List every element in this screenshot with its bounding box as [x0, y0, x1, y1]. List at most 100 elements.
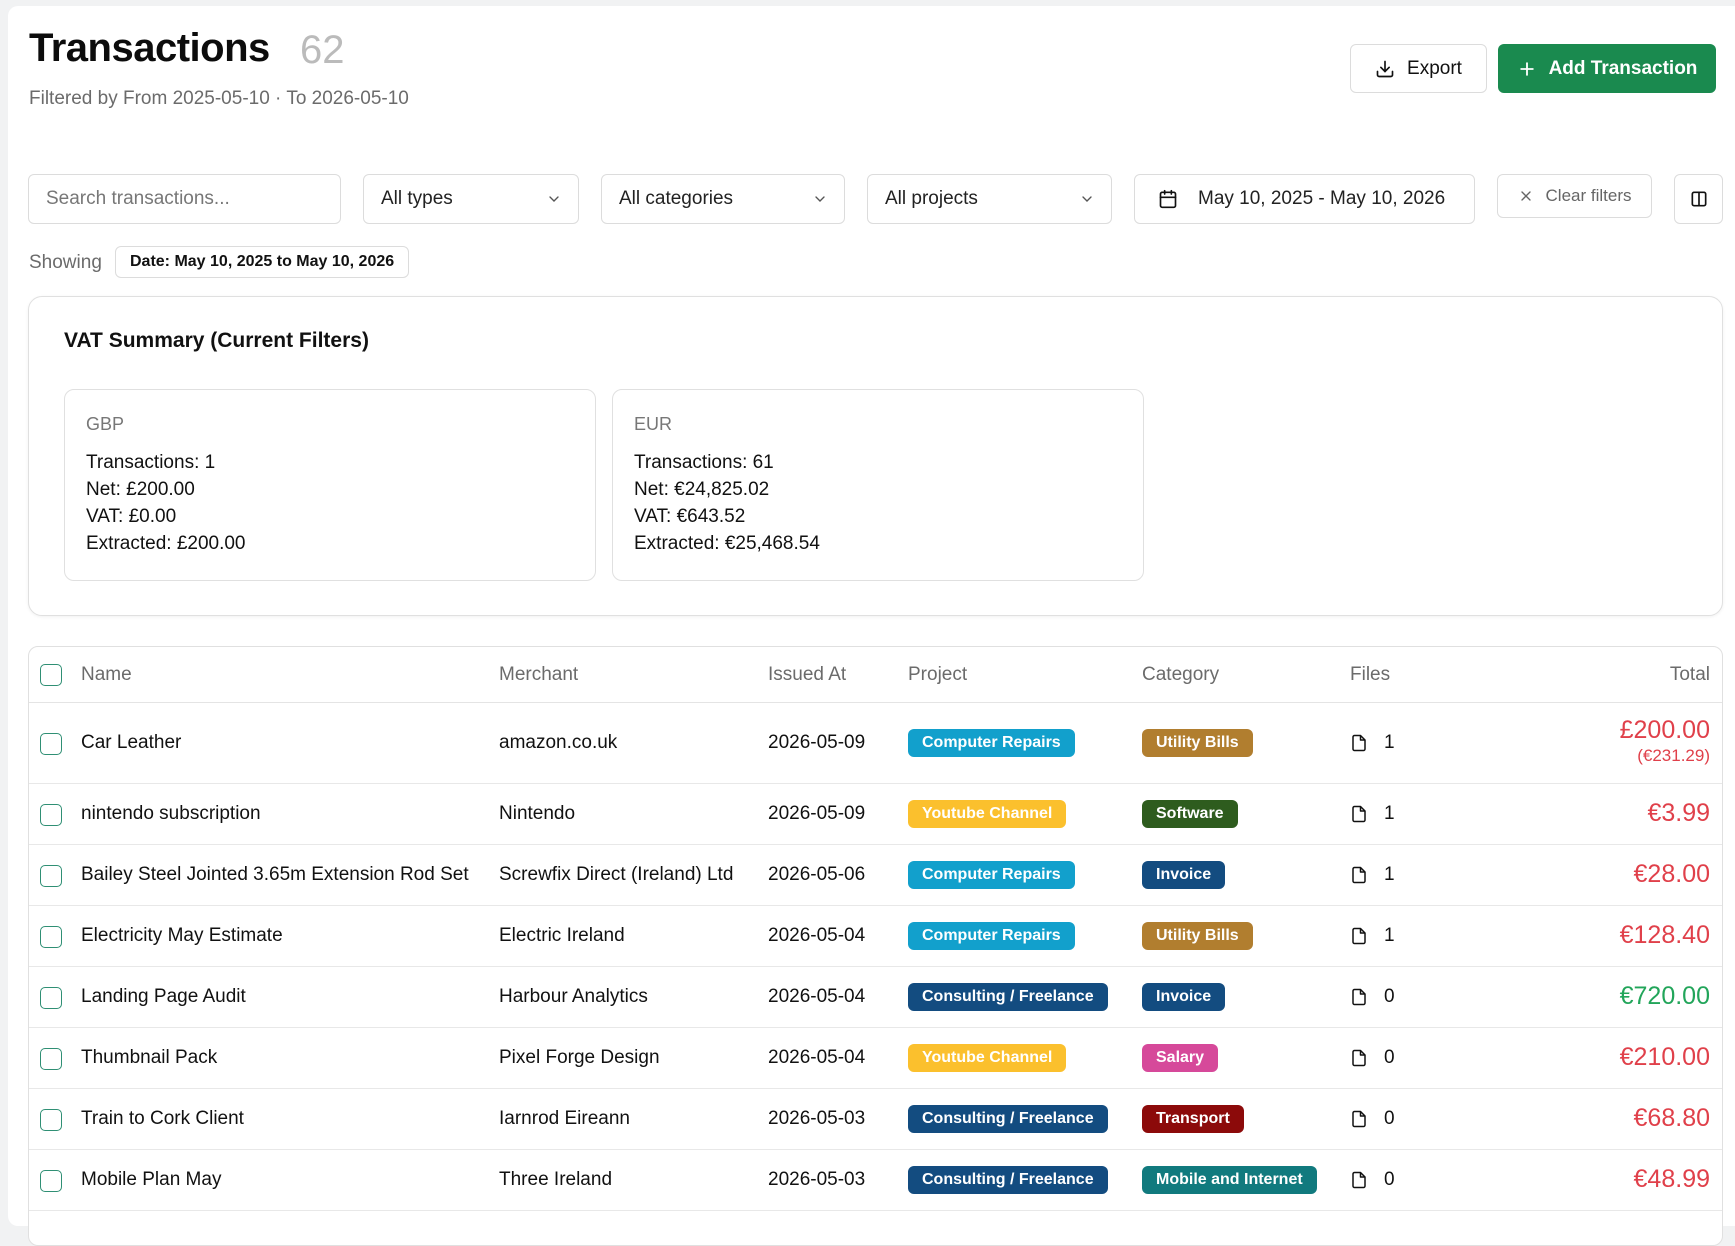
column-header-total[interactable]: Total [1670, 664, 1710, 686]
category-badge: Mobile and Internet [1142, 1166, 1317, 1194]
files-cell: 0 [1350, 986, 1395, 1008]
transaction-total: €210.00 [1619, 1043, 1710, 1071]
transaction-issued-at: 2026-05-03 [768, 1169, 866, 1190]
transaction-total: €68.80 [1633, 1104, 1710, 1132]
files-count: 1 [1384, 864, 1395, 885]
table-header: Name Merchant Issued At Project Category… [29, 647, 1722, 703]
category-badge: Salary [1142, 1044, 1219, 1072]
category-select[interactable]: All categories [601, 174, 845, 224]
category-badge: Software [1142, 800, 1238, 828]
table-row[interactable]: Thumbnail Pack Pixel Forge Design 2026-05-… [29, 1028, 1722, 1089]
transaction-total: €3.99 [1647, 799, 1710, 827]
date-range-picker[interactable]: May 10, 2025 - May 10, 2026 [1134, 174, 1475, 224]
transactions-table: Name Merchant Issued At Project Category… [28, 646, 1723, 1246]
page-title: Transactions [29, 26, 270, 70]
file-icon [1352, 988, 1366, 1006]
table-row[interactable]: Landing Page Audit Harbour Analytics 2026-… [29, 967, 1722, 1028]
table-row[interactable]: Train to Cork Client Iarnrod Eireann 2026-… [29, 1089, 1722, 1150]
category-badge: Utility Bills [1142, 729, 1253, 757]
column-header-files[interactable]: Files [1350, 664, 1390, 686]
clear-filters-button[interactable]: Clear filters [1497, 174, 1652, 218]
row-checkbox[interactable] [40, 1109, 62, 1131]
type-select[interactable]: All types [363, 174, 579, 224]
transaction-total: €28.00 [1633, 860, 1710, 888]
vat-transactions: Transactions: 61 [634, 452, 774, 473]
vat-summary-panel: VAT Summary (Current Filters) GBP Transa… [28, 296, 1723, 616]
date-range-value: May 10, 2025 - May 10, 2026 [1198, 188, 1446, 209]
export-button[interactable]: Export [1350, 44, 1487, 93]
table-row[interactable]: Bailey Steel Jointed 3.65m Extension Rod… [29, 845, 1722, 906]
table-row[interactable]: Car Leather amazon.co.uk 2026-05-09 Compute… [29, 703, 1722, 784]
transaction-merchant: amazon.co.uk [499, 732, 618, 753]
row-checkbox[interactable] [40, 987, 62, 1009]
vat-net: Net: £200.00 [86, 479, 195, 500]
files-cell: 0 [1350, 1108, 1395, 1130]
page: Transactions 62 Filtered by From 2025-05… [8, 6, 1735, 1246]
export-label: Export [1407, 57, 1462, 79]
project-badge: Consulting / Freelance [908, 1166, 1108, 1194]
vat-currency: GBP [86, 414, 125, 434]
project-select-value: All projects [885, 188, 978, 209]
category-badge: Invoice [1142, 983, 1226, 1011]
file-icon [1352, 927, 1366, 945]
files-cell: 1 [1350, 864, 1395, 886]
row-checkbox[interactable] [40, 733, 62, 755]
column-header-merchant[interactable]: Merchant [499, 664, 578, 686]
transaction-issued-at: 2026-05-03 [768, 1108, 866, 1129]
files-count: 0 [1384, 1108, 1395, 1129]
project-badge: Computer Repairs [908, 729, 1075, 757]
transaction-name: Mobile Plan May [81, 1169, 222, 1190]
transaction-total: £200.00 [1619, 716, 1710, 744]
project-badge: Consulting / Freelance [908, 1105, 1108, 1133]
row-checkbox[interactable] [40, 1170, 62, 1192]
transaction-merchant: Pixel Forge Design [499, 1047, 660, 1068]
column-header-project[interactable]: Project [908, 664, 967, 686]
transaction-merchant: Electric Ireland [499, 925, 625, 946]
transaction-merchant: Iarnrod Eireann [499, 1108, 630, 1129]
transaction-name: Thumbnail Pack [81, 1047, 218, 1068]
column-header-issued-at[interactable]: Issued At [768, 664, 846, 686]
row-checkbox[interactable] [40, 1048, 62, 1070]
file-icon [1352, 1049, 1366, 1067]
table-row[interactable]: Mobile Plan May Three Ireland 2026-05-03 Co… [29, 1150, 1722, 1211]
category-badge: Invoice [1142, 861, 1226, 889]
search-input[interactable]: Search transactions... [28, 174, 341, 224]
row-checkbox[interactable] [40, 926, 62, 948]
files-cell: 0 [1350, 1047, 1395, 1069]
file-icon [1352, 805, 1366, 823]
project-badge: Youtube Channel [908, 800, 1067, 828]
column-header-category[interactable]: Category [1142, 664, 1219, 686]
files-count: 0 [1384, 1047, 1395, 1068]
vat-summary-title: VAT Summary (Current Filters) [64, 329, 369, 352]
row-checkbox[interactable] [40, 865, 62, 887]
category-badge: Utility Bills [1142, 922, 1253, 950]
active-filter-chip: Date: May 10, 2025 to May 10, 2026 [115, 246, 410, 278]
files-count: 0 [1384, 1169, 1395, 1190]
category-select-value: All categories [619, 188, 734, 209]
column-header-name[interactable]: Name [81, 664, 132, 686]
files-count: 1 [1384, 925, 1395, 946]
transaction-issued-at: 2026-05-04 [768, 925, 866, 946]
files-cell: 1 [1350, 803, 1395, 825]
select-all-checkbox[interactable] [40, 664, 62, 686]
file-icon [1352, 866, 1366, 884]
transaction-issued-at: 2026-05-06 [768, 864, 866, 885]
transaction-merchant: Nintendo [499, 803, 576, 824]
transaction-name: Landing Page Audit [81, 986, 246, 1007]
add-transaction-button[interactable]: Add Transaction [1498, 44, 1716, 93]
columns-icon [1691, 191, 1706, 207]
project-select[interactable]: All projects [867, 174, 1112, 224]
vat-net: Net: €24,825.02 [634, 479, 770, 500]
files-cell: 0 [1350, 1169, 1395, 1191]
transaction-issued-at: 2026-05-09 [768, 732, 866, 753]
column-toggle-button[interactable] [1674, 174, 1723, 224]
table-row[interactable]: nintendo subscription Nintendo 2026-05-09 Y… [29, 784, 1722, 845]
vat-transactions: Transactions: 1 [86, 452, 216, 473]
transaction-total-converted: (€231.29) [1637, 746, 1710, 765]
files-count: 1 [1384, 732, 1395, 753]
vat-extracted: Extracted: €25,468.54 [634, 533, 820, 554]
chevron-down-icon [549, 196, 559, 202]
vat-extracted: Extracted: £200.00 [86, 533, 246, 554]
table-row[interactable]: Electricity May Estimate Electric Ireland… [29, 906, 1722, 967]
row-checkbox[interactable] [40, 804, 62, 826]
